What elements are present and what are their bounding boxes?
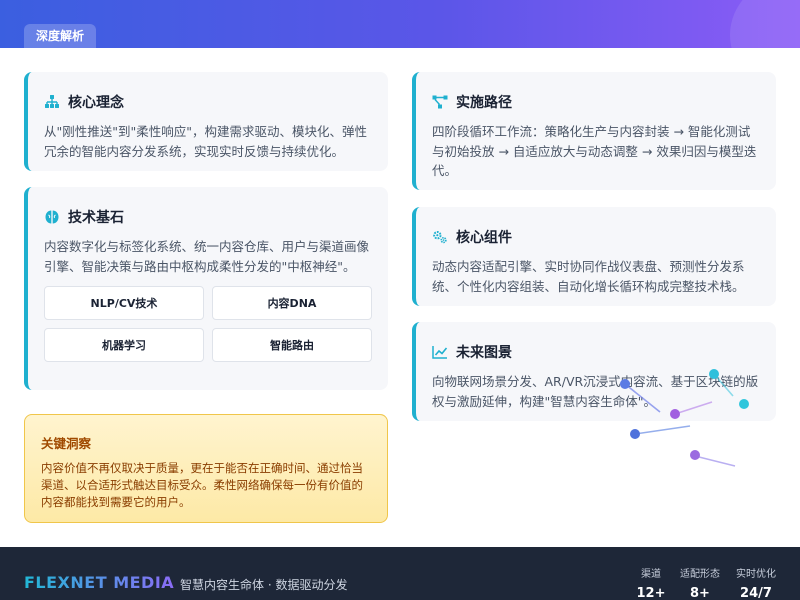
insight-body: 内容价值不再仅取决于质量，更在于能否在正确时间、通过恰当渠道、以合适形式触达目标… xyxy=(41,461,363,509)
tech-chip: NLP/CV技术 xyxy=(44,286,204,320)
card-title: 实施路径 xyxy=(456,95,512,111)
card-future: 未来图景 向物联网场景分发、AR/VR沉浸式内容流、基于区块链的版权与激励延伸，… xyxy=(412,322,776,421)
insight-title: 关键洞察 xyxy=(41,436,92,451)
cogs-icon xyxy=(432,229,448,245)
brand-logo: FLEXNET MEDIA xyxy=(24,573,175,592)
tech-chip: 机器学习 xyxy=(44,328,204,362)
card-body: 动态内容适配引擎、实时协同作战仪表盘、预测性分发系统、个性化内容组装、自动化增长… xyxy=(432,259,745,294)
card-title: 未来图景 xyxy=(456,345,512,361)
stat-realtime: 实时优化 24/7 xyxy=(732,565,780,600)
network-node xyxy=(630,429,640,439)
line-chart-icon xyxy=(432,344,448,360)
card-title-row: 核心理念 xyxy=(44,92,372,112)
card-body: 内容数字化与标签化系统、统一内容仓库、用户与渠道画像引擎、智能决策与路由中枢构成… xyxy=(44,239,370,274)
card-core-concept: 核心理念 从"刚性推送"到"柔性响应"，构建需求驱动、模块化、弹性冗余的智能内容… xyxy=(24,72,388,171)
tech-chip-grid: NLP/CV技术 内容DNA 机器学习 智能路由 xyxy=(44,286,372,362)
card-implementation: 实施路径 四阶段循环工作流：策略化生产与内容封装 → 智能化测试与初始投放 → … xyxy=(412,72,776,190)
card-title: 核心组件 xyxy=(456,230,512,246)
card-core-components: 核心组件 动态内容适配引擎、实时协同作战仪表盘、预测性分发系统、个性化内容组装、… xyxy=(412,207,776,306)
header-band: 深度解析 xyxy=(0,0,800,48)
stat-label: 适配形态 xyxy=(680,569,720,580)
key-insight-box: 关键洞察 内容价值不再仅取决于质量，更在于能否在正确时间、通过恰当渠道、以合适形… xyxy=(24,414,388,523)
card-title-row: 未来图景 xyxy=(432,342,760,362)
stat-formats: 适配形态 8+ xyxy=(676,565,724,600)
card-title: 技术基石 xyxy=(68,210,124,226)
header-decor-circle xyxy=(730,0,800,48)
card-body: 从"刚性推送"到"柔性响应"，构建需求驱动、模块化、弹性冗余的智能内容分发系统，… xyxy=(44,124,367,159)
stat-channels: 渠道 12+ xyxy=(636,565,666,600)
card-body: 向物联网场景分发、AR/VR沉浸式内容流、基于区块链的版权与激励延伸，构建"智慧… xyxy=(432,374,759,409)
project-diagram-icon xyxy=(432,94,448,110)
brain-icon xyxy=(44,209,60,225)
card-title: 核心理念 xyxy=(68,95,124,111)
tech-chip: 智能路由 xyxy=(212,328,372,362)
card-title-row: 核心组件 xyxy=(432,227,760,247)
tech-chip: 内容DNA xyxy=(212,286,372,320)
card-body: 四阶段循环工作流：策略化生产与内容封装 → 智能化测试与初始投放 → 自适应放大… xyxy=(432,124,757,178)
section-tag: 深度解析 xyxy=(24,24,97,48)
stat-value: 8+ xyxy=(690,586,710,600)
stat-value: 24/7 xyxy=(740,586,772,600)
footer-tagline: 智慧内容生命体 · 数据驱动分发 xyxy=(180,578,348,592)
sitemap-icon xyxy=(44,94,60,110)
card-tech-foundation: 技术基石 内容数字化与标签化系统、统一内容仓库、用户与渠道画像引擎、智能决策与路… xyxy=(24,187,388,390)
stat-label: 实时优化 xyxy=(736,569,776,580)
card-title-row: 技术基石 xyxy=(44,207,372,227)
card-title-row: 实施路径 xyxy=(432,92,760,112)
stat-value: 12+ xyxy=(636,586,666,600)
stat-label: 渠道 xyxy=(641,569,661,580)
footer-bar: FLEXNET MEDIA 智慧内容生命体 · 数据驱动分发 渠道 12+ 适配… xyxy=(0,547,800,600)
network-node xyxy=(690,450,700,460)
